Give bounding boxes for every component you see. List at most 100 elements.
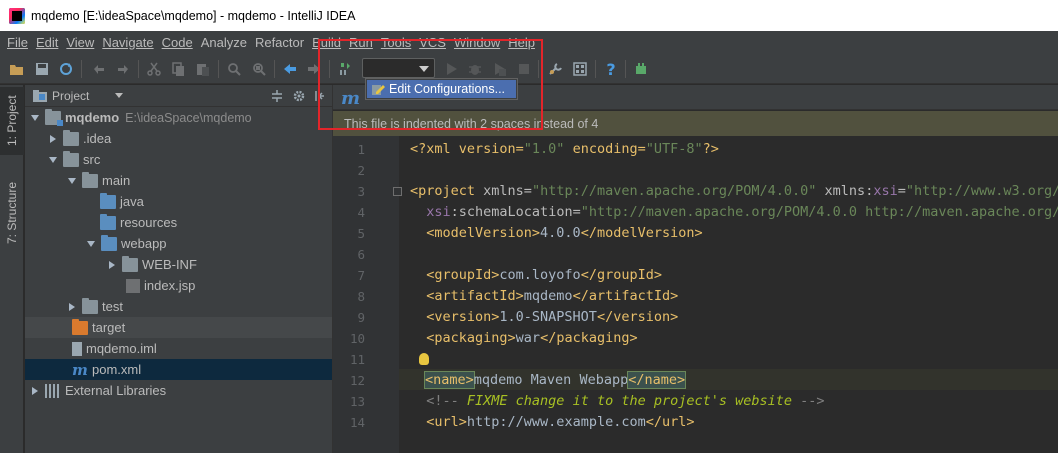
menu-view-label: View bbox=[66, 34, 95, 50]
paste-icon[interactable] bbox=[195, 61, 211, 77]
chevron-down-icon[interactable] bbox=[115, 93, 124, 98]
tree-item-index-jsp[interactable]: index.jsp bbox=[25, 275, 332, 296]
tree-item-webapp[interactable]: webapp bbox=[25, 233, 332, 254]
code-line-4[interactable]: xsi:schemaLocation= "http://maven.apache.… bbox=[410, 201, 1058, 222]
back-icon[interactable] bbox=[282, 61, 298, 77]
code-token: xsi bbox=[426, 203, 451, 220]
line-number: 14 bbox=[349, 415, 365, 430]
menu-file[interactable]: File bbox=[3, 35, 32, 50]
menu-refactor[interactable]: Refactor bbox=[251, 35, 308, 50]
tree-item-resources[interactable]: resources bbox=[25, 212, 332, 233]
tree-item-pom-xml[interactable]: m pom.xml bbox=[25, 359, 332, 380]
library-icon bbox=[45, 383, 61, 398]
code-line-14[interactable]: <url> http://www.example.com </url> bbox=[410, 411, 695, 432]
line-number: 8 bbox=[357, 289, 365, 304]
undo-icon[interactable] bbox=[91, 61, 107, 77]
replace-icon[interactable] bbox=[251, 61, 267, 77]
tree-item-external-libraries[interactable]: External Libraries bbox=[25, 380, 332, 401]
settings-icon[interactable] bbox=[548, 61, 564, 77]
code-token: mqdemo Maven Webapp bbox=[473, 371, 629, 388]
code-token: </url> bbox=[645, 413, 695, 430]
menu-navigate-label: Navigate bbox=[102, 34, 154, 50]
code-line-3[interactable]: <project xmlns= "http://maven.apache.org/… bbox=[410, 180, 1058, 201]
gear-icon[interactable] bbox=[292, 89, 306, 103]
code-line-5[interactable]: <modelVersion> 4.0.0 </modelVersion> bbox=[410, 222, 702, 243]
cut-icon[interactable] bbox=[146, 61, 162, 77]
code-token: </groupId> bbox=[580, 266, 662, 283]
sync-icon[interactable] bbox=[58, 61, 74, 77]
help-icon[interactable]: ? bbox=[603, 61, 619, 77]
line-number: 4 bbox=[357, 205, 365, 220]
tree-item-main[interactable]: main bbox=[25, 170, 332, 191]
collapse-all-icon[interactable] bbox=[270, 89, 284, 103]
fold-marker-icon[interactable] bbox=[393, 187, 402, 196]
expand-arrow-icon[interactable] bbox=[30, 113, 40, 123]
menu-code[interactable]: Code bbox=[158, 35, 197, 50]
code-line-12[interactable]: <name> mqdemo Maven Webapp </name> bbox=[399, 369, 1058, 390]
code-token: xmlns: bbox=[816, 182, 874, 199]
code-token: mqdemo bbox=[523, 287, 573, 304]
tree-item-idea[interactable]: .idea bbox=[25, 128, 332, 149]
tree-item-label: target bbox=[92, 320, 126, 335]
toolbar-separator bbox=[138, 60, 139, 78]
expand-arrow-icon[interactable] bbox=[107, 260, 117, 270]
project-panel-header: Project bbox=[25, 85, 332, 107]
copy-icon[interactable] bbox=[170, 61, 186, 77]
expand-arrow-icon[interactable] bbox=[67, 176, 77, 186]
line-number: 6 bbox=[357, 247, 365, 262]
code-token: com.loyofo bbox=[499, 266, 581, 283]
menu-analyze[interactable]: Analyze bbox=[197, 35, 251, 50]
project-tool-tab[interactable]: 1: Project bbox=[0, 87, 24, 155]
menu-file-label: File bbox=[7, 34, 28, 50]
source-folder-icon bbox=[100, 192, 116, 209]
menu-navigate[interactable]: Navigate bbox=[98, 35, 157, 50]
code-line-9[interactable]: <version> 1.0-SNAPSHOT </version> bbox=[410, 306, 678, 327]
lightbulb-icon[interactable] bbox=[419, 353, 429, 365]
code-token: </packaging> bbox=[540, 329, 638, 346]
save-icon[interactable] bbox=[34, 61, 50, 77]
tree-item-web-inf[interactable]: WEB-INF bbox=[25, 254, 332, 275]
redo-icon[interactable] bbox=[115, 61, 131, 77]
code-token: "http://maven.apache.org/POM/4.0.0" bbox=[531, 182, 817, 199]
code-line-10[interactable]: <packaging> war </packaging> bbox=[410, 327, 638, 348]
web-folder-icon bbox=[101, 234, 117, 251]
iml-file-icon bbox=[72, 341, 82, 356]
tree-item-mqdemo[interactable]: mqdemo E:\ideaSpace\mqdemo bbox=[25, 107, 332, 128]
folder-icon bbox=[122, 255, 138, 272]
menu-refactor-label: Refactor bbox=[254, 34, 305, 50]
code-token: war bbox=[515, 329, 541, 346]
tree-item-label: pom.xml bbox=[92, 362, 142, 377]
toolbar-separator bbox=[218, 60, 219, 78]
project-structure-icon[interactable] bbox=[572, 61, 588, 77]
code-line-13[interactable]: <!-- FIXME change it to the project's we… bbox=[410, 390, 824, 411]
open-folder-icon[interactable] bbox=[9, 61, 25, 77]
expand-arrow-icon[interactable] bbox=[48, 155, 58, 165]
title-bar: mqdemo [E:\ideaSpace\mqdemo] - mqdemo - … bbox=[0, 0, 1058, 31]
tree-item-test[interactable]: test bbox=[25, 296, 332, 317]
code-line-8[interactable]: <artifactId> mqdemo </artifactId> bbox=[410, 285, 678, 306]
structure-tool-tab[interactable]: 7: Structure bbox=[0, 173, 24, 253]
tree-item-label: WEB-INF bbox=[142, 257, 197, 272]
tree-item-label: java bbox=[120, 194, 144, 209]
tree-item-java[interactable]: java bbox=[25, 191, 332, 212]
expand-arrow-icon[interactable] bbox=[67, 302, 77, 312]
tree-item-mqdemo-iml[interactable]: mqdemo.iml bbox=[25, 338, 332, 359]
tree-item-target[interactable]: target bbox=[25, 317, 332, 338]
menu-edit[interactable]: Edit bbox=[32, 35, 62, 50]
find-icon[interactable] bbox=[226, 61, 242, 77]
code-line-7[interactable]: <groupId> com.loyofo </groupId> bbox=[410, 264, 662, 285]
code-line-1[interactable]: <?xml version= "1.0" encoding= "UTF-8" ?> bbox=[410, 138, 719, 159]
expand-arrow-icon[interactable] bbox=[30, 386, 40, 396]
code-token: </name> bbox=[627, 370, 687, 389]
code-token: 1.0-SNAPSHOT bbox=[499, 308, 597, 325]
line-number: 2 bbox=[357, 163, 365, 178]
project-view-selector[interactable]: Project bbox=[52, 89, 89, 103]
folder-icon bbox=[63, 150, 79, 167]
plugin-icon[interactable] bbox=[633, 61, 649, 77]
tree-item-src[interactable]: src bbox=[25, 149, 332, 170]
expand-arrow-icon[interactable] bbox=[86, 239, 96, 249]
tree-item-label: External Libraries bbox=[65, 383, 167, 398]
menu-view[interactable]: View bbox=[62, 35, 98, 50]
left-tool-stripe: 1: Project 7: Structure bbox=[0, 85, 24, 453]
expand-arrow-icon[interactable] bbox=[48, 134, 58, 144]
